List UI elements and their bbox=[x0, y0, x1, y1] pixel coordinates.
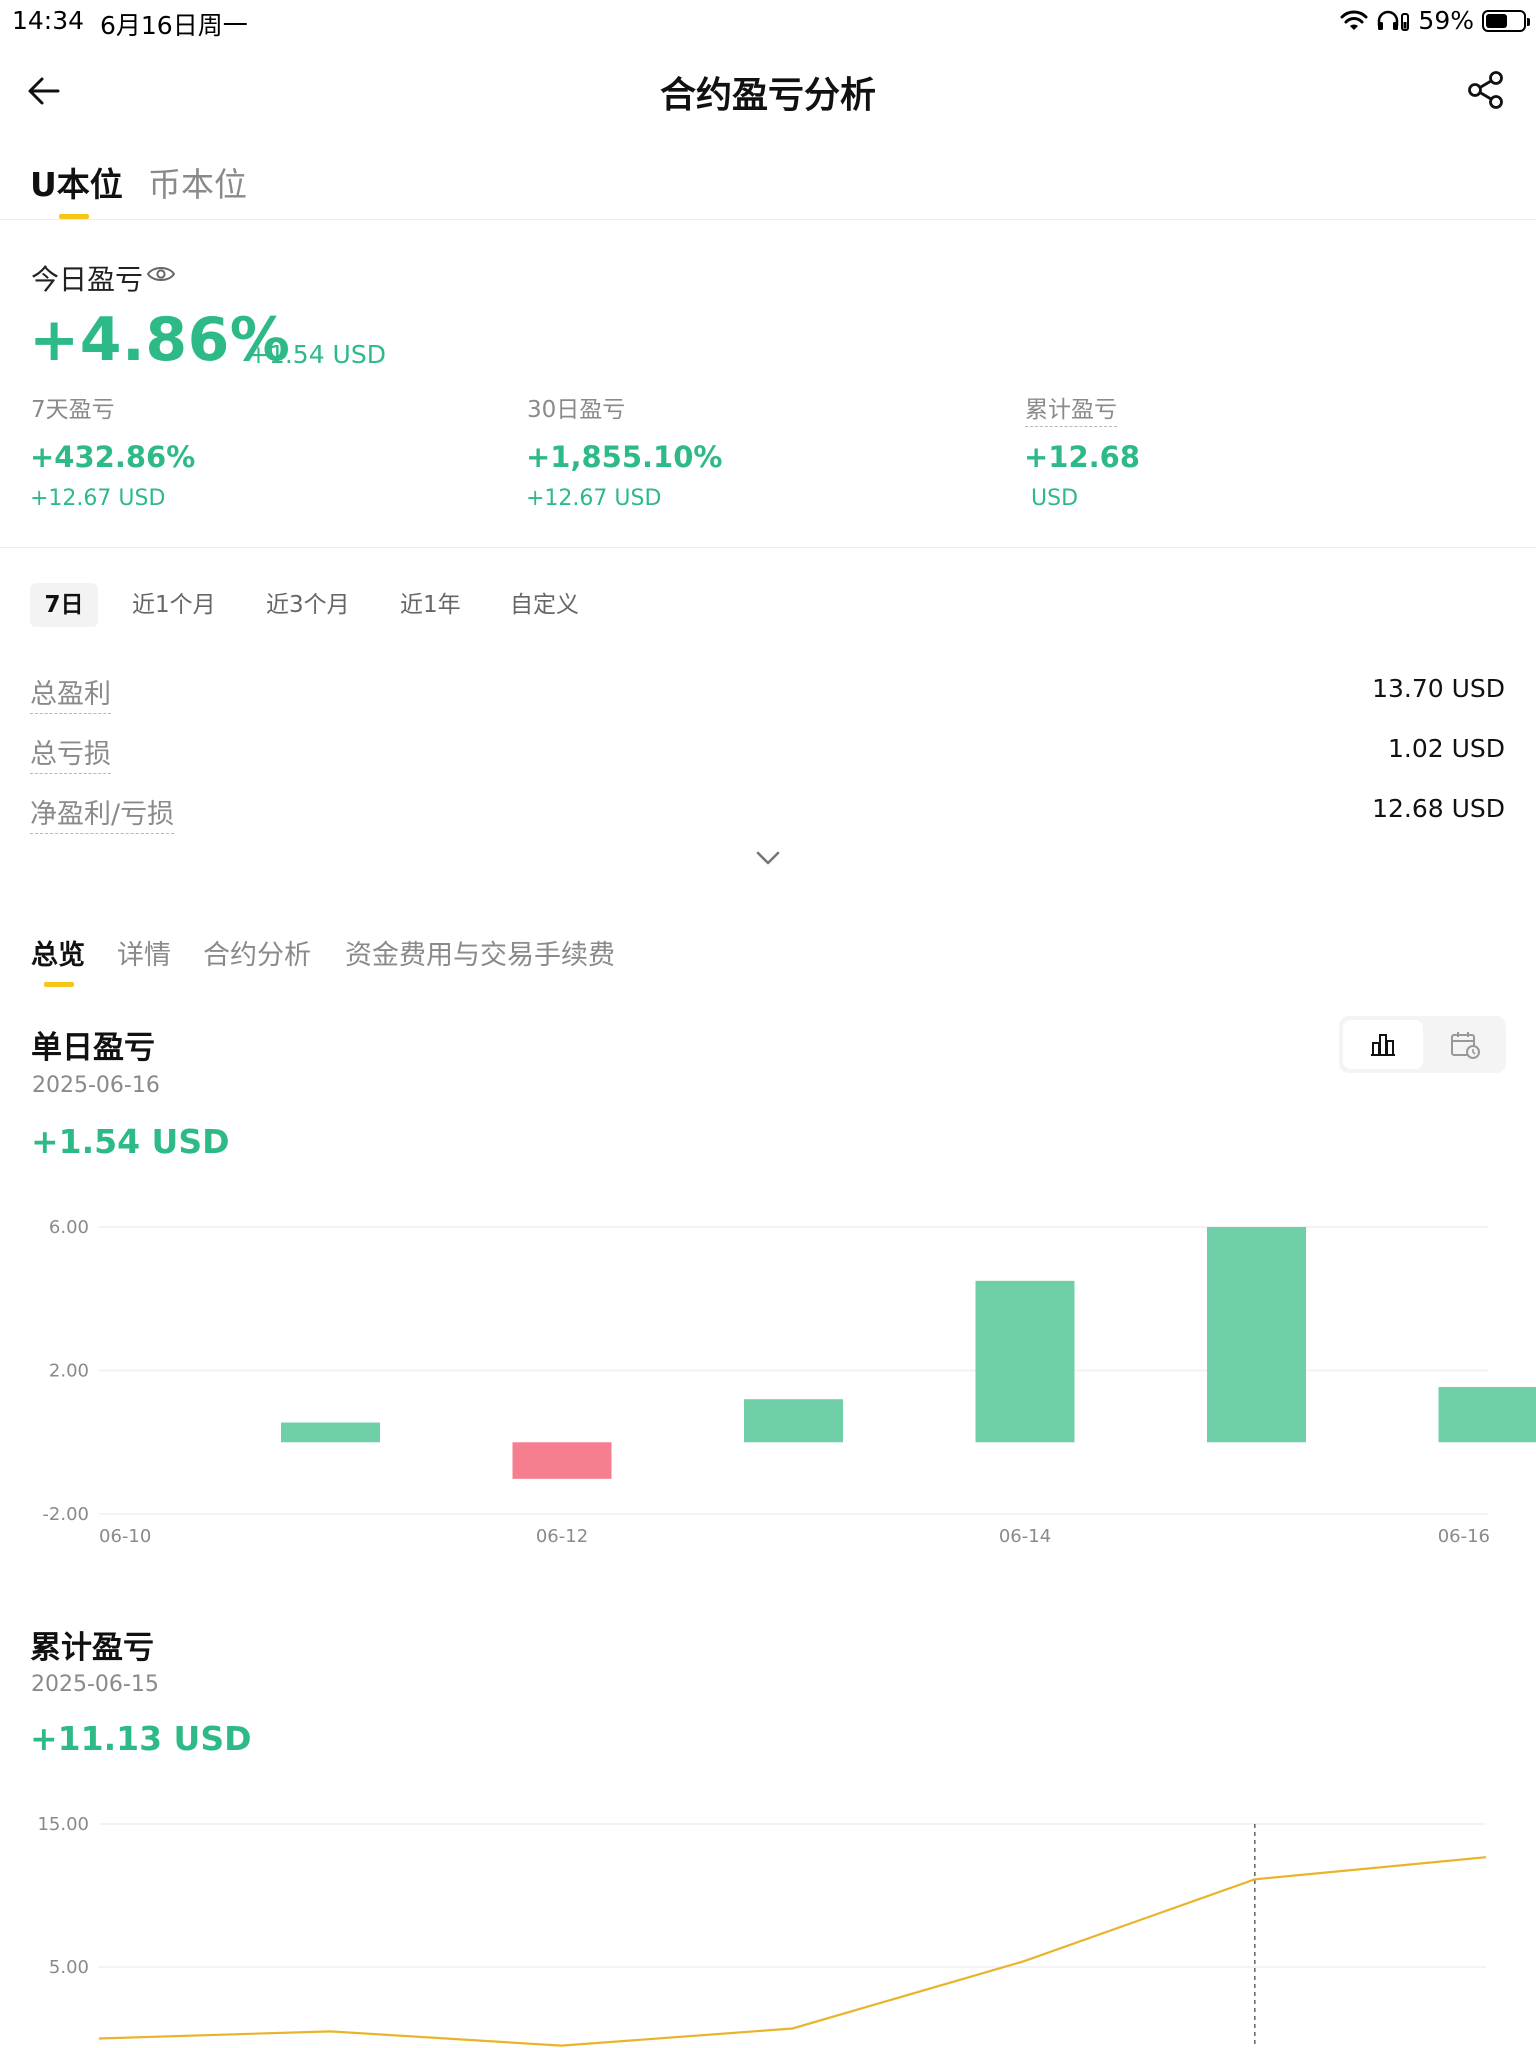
stat-30d-percent: +1,855.10% bbox=[526, 440, 723, 474]
bar-chart-view-button[interactable] bbox=[1343, 1020, 1423, 1069]
chart-view-switch bbox=[1339, 1016, 1506, 1073]
today-pnl-usd: +1.54 USD bbox=[248, 340, 386, 369]
calendar-clock-icon bbox=[1450, 1031, 1480, 1059]
net-pnl-label[interactable]: 净盈利/亏损 bbox=[30, 792, 175, 834]
calendar-view-button[interactable] bbox=[1427, 1020, 1502, 1069]
wifi-icon bbox=[1340, 10, 1368, 30]
headphones-icon bbox=[1378, 10, 1410, 31]
y-tick-label: 2.00 bbox=[49, 1361, 89, 1382]
total-loss-value: 1.02 USD bbox=[1387, 734, 1505, 763]
x-tick-label: 06-10 bbox=[99, 1526, 151, 1547]
daily-pnl-title: 单日盈亏 bbox=[31, 1030, 155, 1066]
tab-coin-margined[interactable]: 币本位 bbox=[148, 158, 247, 206]
x-tick-label: 06-14 bbox=[999, 1526, 1051, 1547]
tab-details[interactable]: 详情 bbox=[117, 933, 171, 972]
status-date: 6月16日周一 bbox=[100, 11, 248, 40]
bar bbox=[1438, 1387, 1536, 1443]
bar bbox=[1207, 1227, 1306, 1443]
stat-30d-label: 30日盈亏 bbox=[527, 397, 626, 423]
daily-pnl-value: +1.54 USD bbox=[31, 1122, 230, 1161]
status-time: 14:34 bbox=[12, 6, 85, 35]
y-tick-label: 5.00 bbox=[49, 1957, 89, 1978]
period-custom[interactable]: 自定义 bbox=[510, 583, 579, 627]
share-icon bbox=[1468, 71, 1503, 109]
cumulative-pnl-chart: 15.00 5.00 bbox=[37, 1814, 1487, 2048]
bar bbox=[281, 1422, 380, 1443]
cumulative-pnl-value: +11.13 USD bbox=[30, 1719, 252, 1758]
period-1m[interactable]: 近1个月 bbox=[132, 583, 216, 627]
cumulative-pnl-date: 2025-06-15 bbox=[31, 1672, 159, 1697]
y-tick-label: -2.00 bbox=[42, 1504, 89, 1525]
total-profit-value: 13.70 USD bbox=[1372, 674, 1505, 703]
share-button[interactable] bbox=[1464, 68, 1508, 112]
battery-percent: 59% bbox=[1418, 6, 1474, 35]
daily-pnl-chart: 6.00 2.00 -2.00 06-10 06-12 06-14 06-16 bbox=[42, 1217, 1536, 1547]
divider bbox=[0, 219, 1536, 220]
today-pnl-label: 今日盈亏 bbox=[31, 263, 144, 296]
tab-funding-fees[interactable]: 资金费用与交易手续费 bbox=[345, 933, 615, 972]
stat-7d-percent: +432.86% bbox=[30, 440, 196, 474]
x-tick-label: 06-12 bbox=[536, 1526, 588, 1547]
total-profit-label[interactable]: 总盈利 bbox=[30, 672, 111, 714]
stat-30d-usd: +12.67 USD bbox=[526, 486, 662, 511]
y-tick-label: 6.00 bbox=[49, 1217, 89, 1238]
net-pnl-value: 12.68 USD bbox=[1372, 794, 1505, 823]
tab-contract-analysis[interactable]: 合约分析 bbox=[203, 933, 311, 972]
divider bbox=[0, 547, 1536, 548]
period-7d[interactable]: 7日 bbox=[30, 583, 98, 627]
x-tick-label: 06-16 bbox=[1438, 1526, 1490, 1547]
stat-7d-label: 7天盈亏 bbox=[31, 397, 115, 423]
series-line bbox=[98, 1856, 1487, 2047]
stat-total-label[interactable]: 累计盈亏 bbox=[1025, 390, 1117, 427]
cumulative-pnl-title: 累计盈亏 bbox=[30, 1630, 154, 1666]
status-indicators: 59% bbox=[1340, 6, 1530, 35]
bar bbox=[975, 1280, 1075, 1443]
stat-total-unit: USD bbox=[1031, 486, 1079, 511]
period-1y[interactable]: 近1年 bbox=[400, 583, 461, 627]
stat-7d-usd: +12.67 USD bbox=[30, 486, 166, 511]
eye-icon[interactable] bbox=[146, 262, 176, 286]
chevron-down-icon[interactable] bbox=[752, 846, 784, 870]
battery-icon bbox=[1482, 9, 1530, 32]
period-3m[interactable]: 近3个月 bbox=[266, 583, 350, 627]
bar-chart-icon bbox=[1371, 1033, 1395, 1056]
daily-pnl-date: 2025-06-16 bbox=[32, 1073, 160, 1098]
total-loss-label[interactable]: 总亏损 bbox=[30, 732, 111, 774]
stat-total-value: +12.68 bbox=[1024, 440, 1141, 474]
y-tick-label: 15.00 bbox=[37, 1814, 89, 1835]
tab-u-margined[interactable]: U本位 bbox=[30, 158, 123, 206]
bar bbox=[512, 1442, 612, 1479]
page-title: 合约盈亏分析 bbox=[659, 75, 876, 116]
active-tab-indicator bbox=[44, 982, 74, 987]
tab-overview[interactable]: 总览 bbox=[31, 933, 85, 972]
bar bbox=[744, 1399, 843, 1443]
